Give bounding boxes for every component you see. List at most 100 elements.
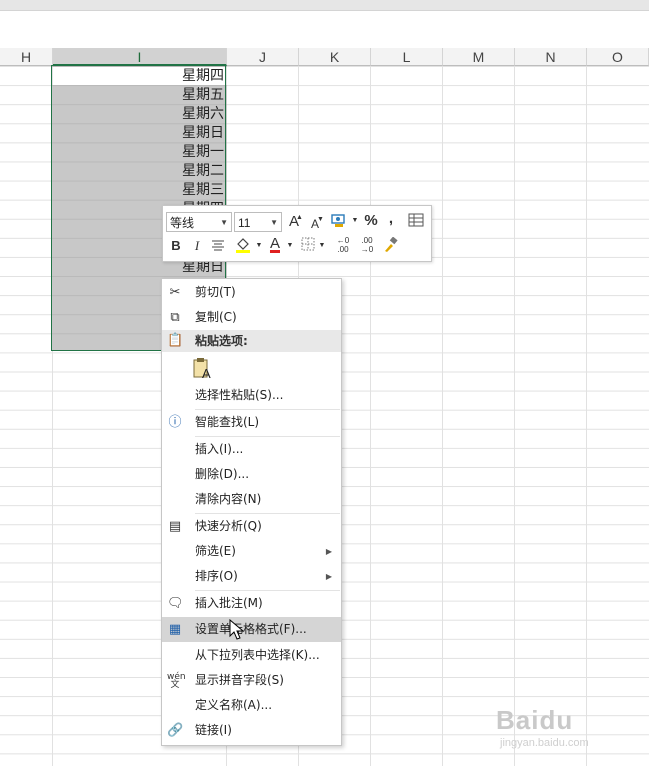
menu-label: 粘贴选项: bbox=[195, 334, 248, 348]
menu-label: 定义名称(A)... bbox=[195, 698, 273, 712]
chevron-right-icon: ▶ bbox=[325, 572, 332, 581]
chevron-right-icon: ▶ bbox=[325, 547, 332, 556]
italic-button[interactable]: I bbox=[191, 237, 203, 255]
accounting-format-button[interactable] bbox=[329, 212, 349, 233]
menu-item-pick-list[interactable]: 从下拉列表中选择(K)... bbox=[162, 643, 341, 668]
menu-item-clear[interactable]: 清除内容(N) bbox=[162, 487, 341, 512]
cell-i5[interactable]: 星期一 bbox=[54, 143, 224, 162]
decrease-decimal-button[interactable]: .00 →0 bbox=[357, 236, 377, 254]
gridline bbox=[370, 66, 371, 766]
menu-item-link[interactable]: 🔗 链接(I) bbox=[162, 718, 341, 743]
bold-button[interactable]: B bbox=[169, 237, 183, 255]
menu-item-define-name[interactable]: 定义名称(A)... bbox=[162, 693, 341, 718]
col-header-n[interactable]: N bbox=[515, 48, 587, 66]
menu-item-format-cells[interactable]: ▦ 设置单元格格式(F)... bbox=[162, 617, 341, 642]
menu-item-delete[interactable]: 删除(D)... bbox=[162, 462, 341, 487]
decimal-label: .00 bbox=[361, 236, 373, 245]
chevron-down-icon: ▼ bbox=[255, 242, 263, 249]
formula-bar[interactable] bbox=[0, 11, 649, 38]
cell-i1[interactable]: 星期四 bbox=[54, 67, 224, 86]
link-icon: 🔗 bbox=[167, 723, 184, 738]
col-header-l[interactable]: L bbox=[371, 48, 443, 66]
format-table-button[interactable] bbox=[407, 212, 425, 233]
menu-label: 智能查找(L) bbox=[195, 415, 260, 429]
paste-options-header: 📋 粘贴选项: bbox=[162, 330, 341, 352]
menu-item-filter[interactable]: 筛选(E) ▶ bbox=[162, 539, 341, 564]
menu-item-copy[interactable]: ⧉ 复制(C) bbox=[162, 305, 341, 330]
scissors-icon: ✂ bbox=[169, 285, 181, 300]
font-name-box[interactable]: 等线 ▼ bbox=[166, 212, 232, 232]
borders-button[interactable] bbox=[300, 237, 316, 256]
paint-bucket-icon bbox=[236, 238, 250, 253]
menu-item-phonetic[interactable]: wén 文 显示拼音字段(S) bbox=[162, 668, 341, 693]
ribbon-edge bbox=[0, 0, 649, 11]
menu-item-paste-special[interactable]: 选择性粘贴(S)... bbox=[162, 383, 341, 408]
percent-style-button[interactable]: % bbox=[363, 212, 379, 230]
menu-label: 剪切(T) bbox=[195, 285, 236, 299]
cell-i3[interactable]: 星期六 bbox=[54, 105, 224, 124]
copy-icon: ⧉ bbox=[170, 310, 180, 325]
col-header-o[interactable]: O bbox=[587, 48, 649, 66]
col-header-m[interactable]: M bbox=[443, 48, 515, 66]
menu-label: 插入批注(M) bbox=[195, 596, 263, 610]
chevron-down-icon: ▼ bbox=[286, 242, 294, 249]
increase-decimal-icon: ←0 bbox=[336, 236, 350, 245]
menu-item-quick-analysis[interactable]: ▤ 快速分析(Q) bbox=[162, 514, 341, 539]
chevron-down-icon: ▼ bbox=[351, 217, 359, 224]
header-spacer bbox=[0, 37, 649, 48]
chevron-down-icon: ▼ bbox=[318, 242, 326, 249]
phonetic-icon: wén 文 bbox=[167, 672, 186, 690]
menu-label: 删除(D)... bbox=[195, 467, 250, 481]
mouse-cursor-icon bbox=[229, 619, 245, 640]
mini-toolbar: 等线 ▼ 11 ▼ A ▲ A ▼ ▼ % , B I ▼ A ▼ ▼ ←0 .… bbox=[162, 205, 432, 262]
font-size-value: 11 bbox=[238, 216, 251, 230]
comma-style-button[interactable]: , bbox=[386, 210, 396, 228]
menu-label: 链接(I) bbox=[195, 723, 232, 737]
menu-item-sort[interactable]: 排序(O) ▶ bbox=[162, 564, 341, 589]
menu-label: 显示拼音字段(S) bbox=[195, 673, 284, 687]
col-header-h[interactable]: H bbox=[0, 48, 53, 66]
increase-decimal-button[interactable]: ←0 .00 bbox=[333, 236, 353, 254]
format-cells-icon: ▦ bbox=[168, 622, 182, 637]
font-size-box[interactable]: 11 ▼ bbox=[234, 212, 282, 232]
currency-icon bbox=[331, 214, 345, 227]
borders-icon bbox=[301, 237, 315, 251]
menu-item-insert-comment[interactable]: 🗨 插入批注(M) bbox=[162, 591, 341, 616]
col-header-j[interactable]: J bbox=[227, 48, 299, 66]
gridline bbox=[586, 66, 587, 766]
fill-color-button[interactable] bbox=[233, 236, 253, 259]
caret-up-icon: ▲ bbox=[296, 214, 303, 221]
chevron-down-icon: ▼ bbox=[270, 218, 278, 227]
paste-values-button[interactable]: A bbox=[192, 356, 216, 382]
menu-label: 插入(I)... bbox=[195, 442, 244, 456]
watermark-logo: Baidu bbox=[496, 705, 574, 735]
menu-label: 排序(O) bbox=[195, 569, 238, 583]
caret-down-icon: ▼ bbox=[317, 216, 324, 223]
align-center-button[interactable] bbox=[210, 238, 226, 257]
menu-item-smart-lookup[interactable]: ⓘ 智能查找(L) bbox=[162, 410, 341, 435]
cell-i7[interactable]: 星期三 bbox=[54, 181, 224, 200]
table-format-icon bbox=[408, 213, 424, 227]
cell-i6[interactable]: 星期二 bbox=[54, 162, 224, 181]
watermark-url: jingyan.baidu.com bbox=[500, 737, 589, 749]
format-painter-button[interactable] bbox=[381, 236, 399, 258]
smart-lookup-icon: ⓘ bbox=[168, 415, 182, 430]
format-painter-icon bbox=[385, 236, 398, 252]
menu-item-cut[interactable]: ✂ 剪切(T) bbox=[162, 280, 341, 305]
cell-i4[interactable]: 星期日 bbox=[54, 124, 224, 143]
cell-i2[interactable]: 星期五 bbox=[54, 86, 224, 105]
paste-icon: A bbox=[193, 358, 211, 381]
chevron-down-icon: ▼ bbox=[220, 218, 228, 227]
col-header-k[interactable]: K bbox=[299, 48, 371, 66]
context-menu: ✂ 剪切(T) ⧉ 复制(C) 📋 粘贴选项: A 选择性粘贴(S)... ⓘ … bbox=[161, 278, 342, 746]
menu-label: 清除内容(N) bbox=[195, 492, 262, 506]
gridline bbox=[442, 66, 443, 766]
font-color-button[interactable]: A bbox=[267, 235, 283, 253]
svg-text:A: A bbox=[202, 366, 211, 380]
clipboard-icon: 📋 bbox=[167, 333, 184, 348]
col-header-i[interactable]: I bbox=[53, 48, 227, 66]
menu-label: 从下拉列表中选择(K)... bbox=[195, 648, 320, 662]
menu-item-insert[interactable]: 插入(I)... bbox=[162, 437, 341, 462]
align-center-icon bbox=[212, 240, 224, 251]
menu-label: 快速分析(Q) bbox=[195, 519, 262, 533]
